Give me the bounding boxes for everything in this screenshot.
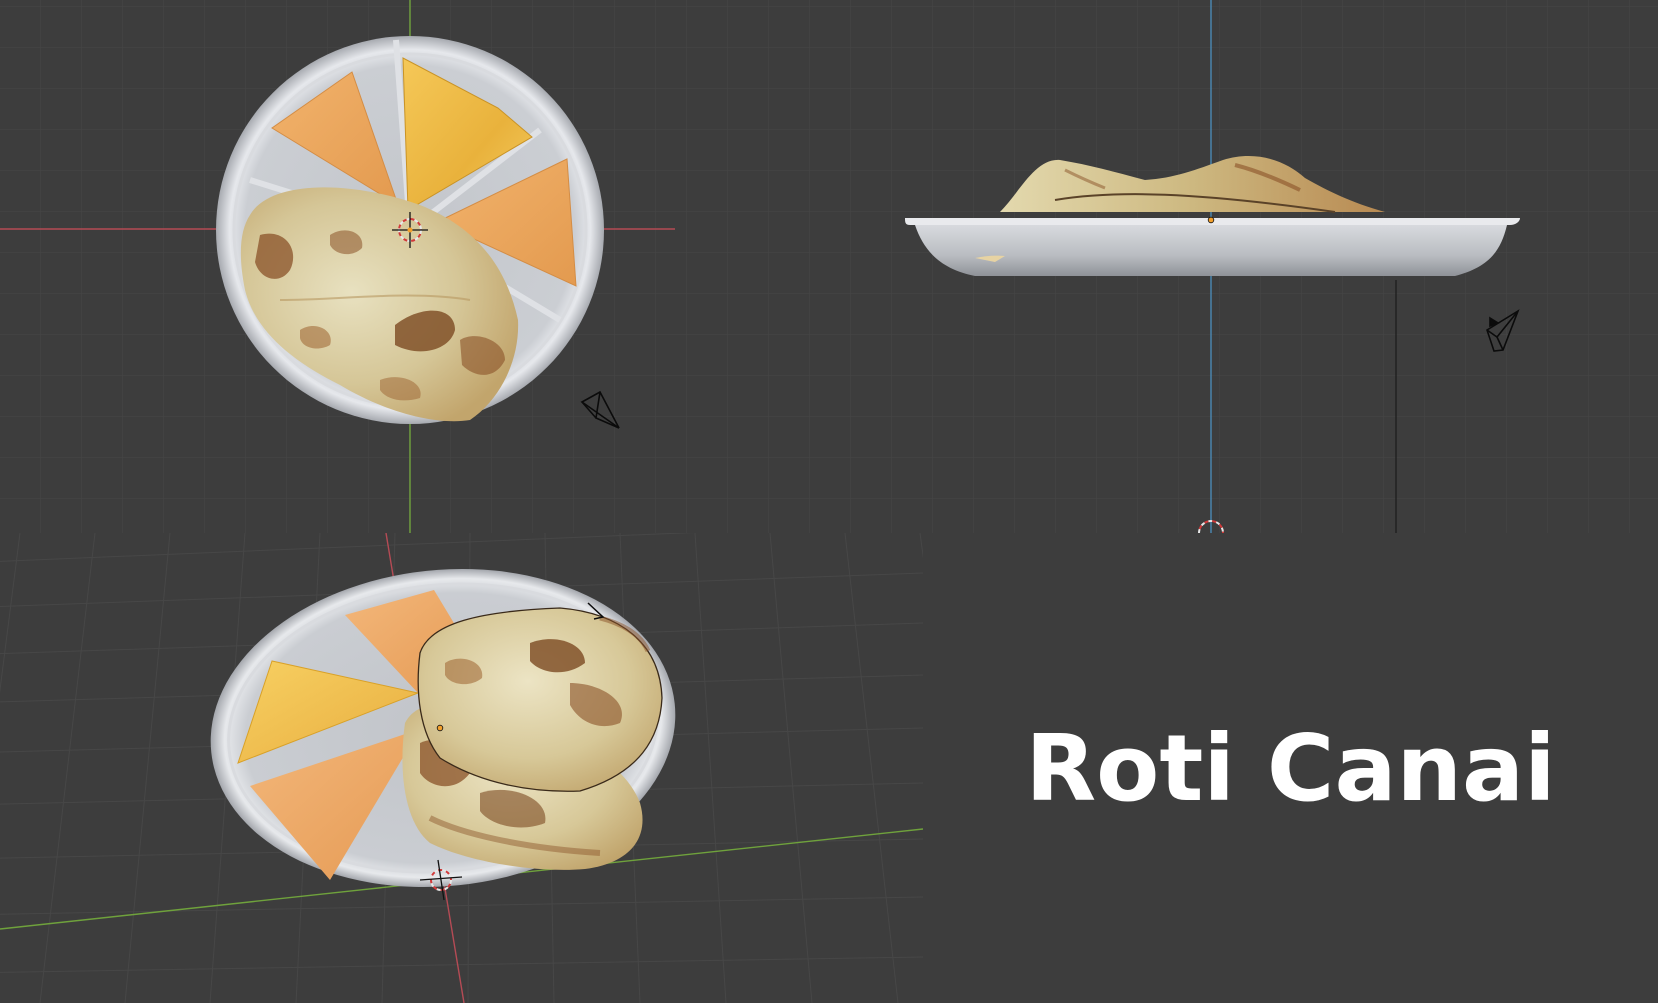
side-view-viewport[interactable] — [675, 0, 1658, 533]
page-title: Roti Canai — [1025, 714, 1556, 822]
title-panel: Roti Canai — [923, 533, 1658, 1003]
roti[interactable] — [402, 607, 663, 870]
perspective-canvas — [0, 533, 923, 1003]
perspective-viewport[interactable] — [0, 533, 923, 1003]
top-view-canvas — [0, 0, 675, 533]
top-view-viewport[interactable] — [0, 0, 675, 533]
side-view-canvas — [675, 0, 1658, 533]
origin-dot-icon — [1207, 216, 1215, 224]
origin-dot-icon — [436, 724, 444, 732]
plate[interactable] — [905, 218, 1520, 276]
origin-dot-icon — [407, 227, 413, 233]
blender-screen: Roti Canai — [0, 0, 1658, 1003]
